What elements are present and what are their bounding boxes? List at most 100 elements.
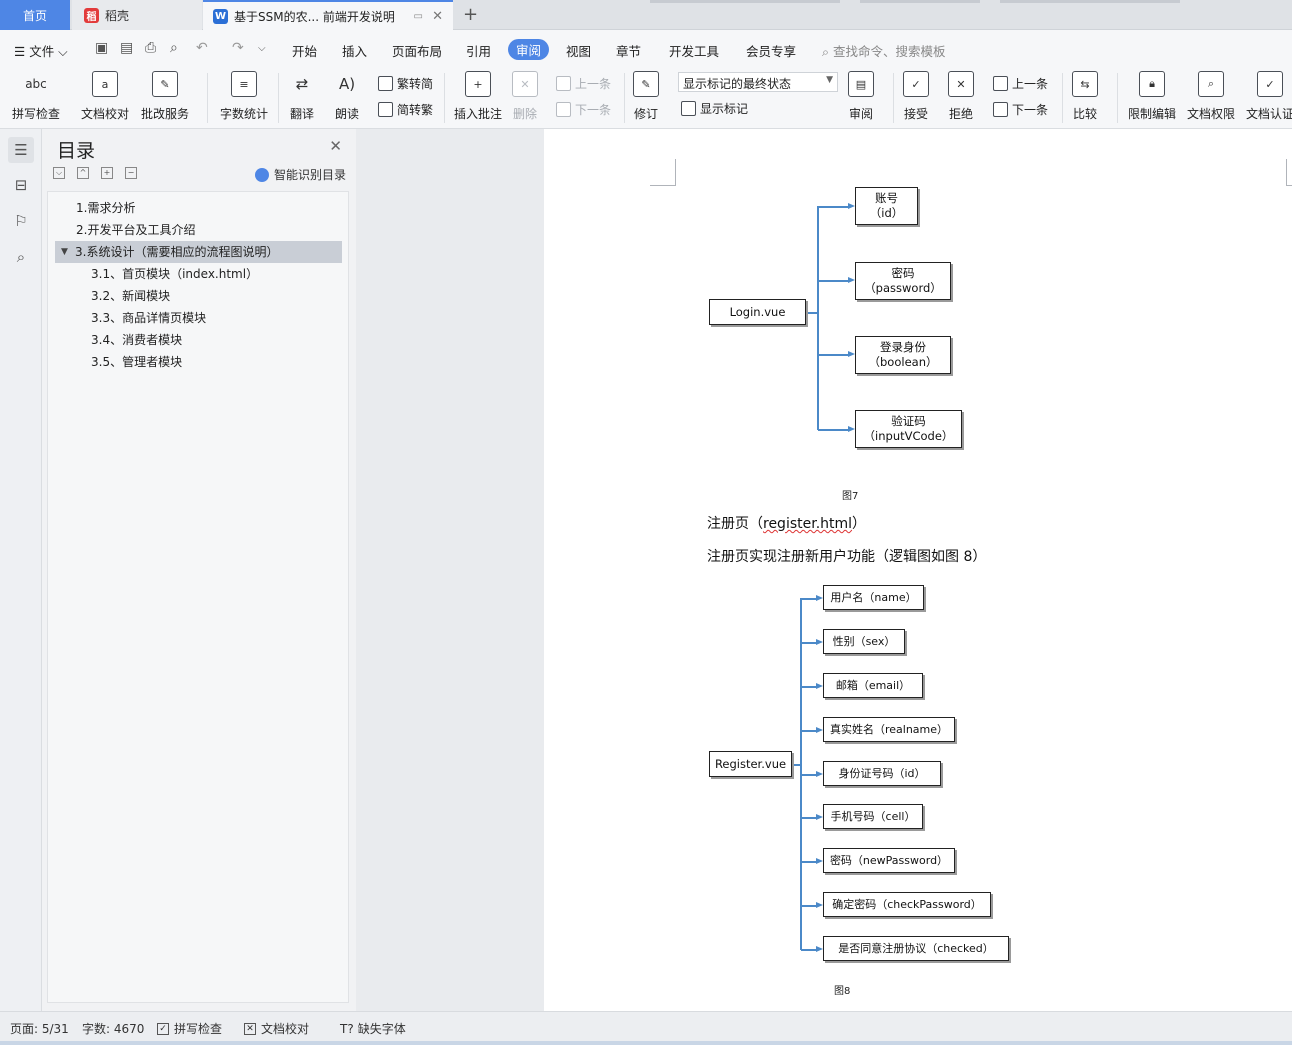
next-comment-button[interactable]: 下一条 <box>556 101 611 118</box>
page-indicator[interactable]: 页面: 5/31 <box>10 1020 69 1037</box>
menu-developer[interactable]: 开发工具 <box>669 41 719 60</box>
track-changes-icon: ✎ <box>633 71 659 97</box>
document-certify-button[interactable]: ✓ 文档认证 <box>1246 71 1292 122</box>
translate-button[interactable]: ⇄ 翻译 <box>289 71 315 122</box>
redo-icon[interactable]: ↷ <box>232 40 244 56</box>
toc-item[interactable]: 3.2、新闻模块 <box>48 285 348 307</box>
collapse-all-icon[interactable]: ⌵ <box>53 167 65 179</box>
close-icon[interactable]: ✕ <box>329 137 342 155</box>
connector <box>818 354 848 356</box>
connector <box>801 598 816 600</box>
accept-label: 接受 <box>903 107 928 121</box>
permission-icon: ⌕ <box>1198 71 1224 97</box>
spell-check-button[interactable]: abc 拼写检查 <box>12 71 60 122</box>
search-icon[interactable]: ⌕ <box>8 244 34 270</box>
tab-bar: 首页 稻 稻壳 W 基于SSM的农... 前端开发说明 ▭ ✕ + <box>0 0 1292 30</box>
read-aloud-button[interactable]: A) 朗读 <box>334 71 360 122</box>
paragraph-register-description[interactable]: 注册页实现注册新用户功能（逻辑图如图 8） <box>707 546 986 566</box>
insert-comment-button[interactable]: + 插入批注 <box>454 71 502 122</box>
chapter-nav-icon[interactable]: ⊟ <box>8 172 34 198</box>
document-page[interactable]: Login.vue 账号 （id） 密码 （password） 登录身份 （boole… <box>544 129 1292 1011</box>
correction-service-button[interactable]: ✎ 批改服务 <box>141 71 189 122</box>
word-count-status[interactable]: 字数: 4670 <box>82 1020 144 1037</box>
toc-item[interactable]: 3.1、首页模块（index.html） <box>48 263 348 285</box>
node-sublabel: （password） <box>864 281 942 295</box>
save-icon[interactable]: ▣ <box>95 40 108 56</box>
accept-button[interactable]: ✓ 接受 <box>903 71 929 122</box>
next-change-button[interactable]: 下一条 <box>993 101 1048 118</box>
menu-reference[interactable]: 引用 <box>466 41 491 60</box>
smart-toc-button[interactable]: 智能识别目录 <box>255 166 346 183</box>
reject-button[interactable]: ✕ 拒绝 <box>948 71 974 122</box>
checkbox-icon: ✕ <box>244 1022 256 1035</box>
bookmark-icon[interactable]: ⚐ <box>8 208 34 234</box>
menu-view[interactable]: 视图 <box>566 41 591 60</box>
menu-insert[interactable]: 插入 <box>342 41 367 60</box>
paragraph-register-page[interactable]: 注册页（register.html） <box>707 513 866 533</box>
connector <box>818 280 848 282</box>
spell-check-label: 拼写检查 <box>12 107 61 121</box>
toc-item[interactable]: 3.3、商品详情页模块 <box>48 307 348 329</box>
show-markup-button[interactable]: 显示标记 <box>681 100 748 117</box>
command-search[interactable]: ⌕ 查找命令、搜索模板 <box>822 41 946 60</box>
arrow <box>816 683 823 689</box>
toc-item[interactable]: 1.需求分析 <box>48 197 348 219</box>
connector <box>801 686 816 688</box>
toc-item[interactable]: 3.5、管理者模块 <box>48 351 348 373</box>
menu-layout[interactable]: 页面布局 <box>392 41 442 60</box>
connector <box>801 861 816 863</box>
undo-icon[interactable]: ↶ <box>196 40 208 56</box>
menu-review[interactable]: 审阅 <box>508 39 550 60</box>
insert-comment-icon: + <box>465 71 491 97</box>
document-permission-button[interactable]: ⌕ 文档权限 <box>1187 71 1235 122</box>
node-label: 验证码 <box>891 414 926 428</box>
remove-level-icon[interactable]: − <box>125 167 137 179</box>
expand-up-icon[interactable]: ^ <box>77 167 89 179</box>
trad-to-simp-button[interactable]: 繁转简 <box>378 75 433 92</box>
prev-change-button[interactable]: 上一条 <box>993 75 1048 92</box>
simp-to-trad-button[interactable]: 简转繁 <box>378 101 433 118</box>
shield-icon: ✓ <box>1257 71 1283 97</box>
toc-item[interactable]: 2.开发平台及工具介绍 <box>48 219 348 241</box>
tab-daoke[interactable]: 稻 稻壳 <box>72 0 202 30</box>
add-level-icon[interactable]: + <box>101 167 113 179</box>
missing-font-status[interactable]: T? 缺失字体 <box>340 1020 406 1037</box>
diagram-node: 邮箱（email） <box>823 673 923 698</box>
proofread-label: 文档校对 <box>81 107 130 121</box>
word-count-button[interactable]: ≡ 字数统计 <box>220 71 268 122</box>
toc-item[interactable]: 3.4、消费者模块 <box>48 329 348 351</box>
menu-chapter[interactable]: 章节 <box>616 41 641 60</box>
file-menu[interactable]: ☰ 文件 ⌵ <box>14 41 68 60</box>
toc-icon[interactable]: ☰ <box>8 137 34 163</box>
divider <box>624 73 625 123</box>
delete-comment-button[interactable]: ✕ 删除 <box>512 71 538 122</box>
compare-icon: ⇆ <box>1072 71 1098 97</box>
markup-state-select[interactable]: 显示标记的最终状态 ▼ <box>678 72 838 92</box>
print-preview-icon[interactable]: ⌕ <box>170 40 178 56</box>
print-icon[interactable]: ⎙ <box>145 40 156 56</box>
word-count-icon: ≡ <box>231 71 257 97</box>
proofread-button[interactable]: a 文档校对 <box>81 71 129 122</box>
tab-home[interactable]: 首页 <box>0 0 70 30</box>
tab-document[interactable]: W 基于SSM的农... 前端开发说明 ▭ ✕ <box>203 0 453 30</box>
track-changes-button[interactable]: ✎ 修订 <box>633 71 659 122</box>
toc-list: 1.需求分析 2.开发平台及工具介绍 ▼ 3.系统设计（需要相应的流程图说明） 3… <box>47 191 349 1003</box>
review-pane-button[interactable]: ▤ 审阅 <box>848 71 874 122</box>
toc-item-selected[interactable]: ▼ 3.系统设计（需要相应的流程图说明） <box>55 241 342 263</box>
chevron-down-icon[interactable]: ▼ <box>61 241 68 263</box>
prev-comment-button[interactable]: 上一条 <box>556 75 611 92</box>
document-area: Login.vue 账号 （id） 密码 （password） 登录身份 （boole… <box>356 129 1292 1011</box>
pin-icon[interactable]: ▭ <box>414 11 423 22</box>
prev-comment-label: 上一条 <box>575 77 612 91</box>
more-icon[interactable]: ⌵ <box>258 43 266 54</box>
menu-member[interactable]: 会员专享 <box>746 41 796 60</box>
proofread-status[interactable]: ✕ 文档校对 <box>244 1020 309 1037</box>
file-menu-label: 文件 <box>29 44 55 59</box>
export-icon[interactable]: ▤ <box>120 40 133 56</box>
compare-button[interactable]: ⇆ 比较 <box>1072 71 1098 122</box>
menu-start[interactable]: 开始 <box>292 41 317 60</box>
restrict-editing-button[interactable]: 🔒︎ 限制编辑 <box>1128 71 1176 122</box>
close-tab-icon[interactable]: ✕ <box>432 9 443 24</box>
spell-check-status[interactable]: ✓ 拼写检查 <box>157 1020 222 1037</box>
new-tab-button[interactable]: + <box>463 4 478 25</box>
